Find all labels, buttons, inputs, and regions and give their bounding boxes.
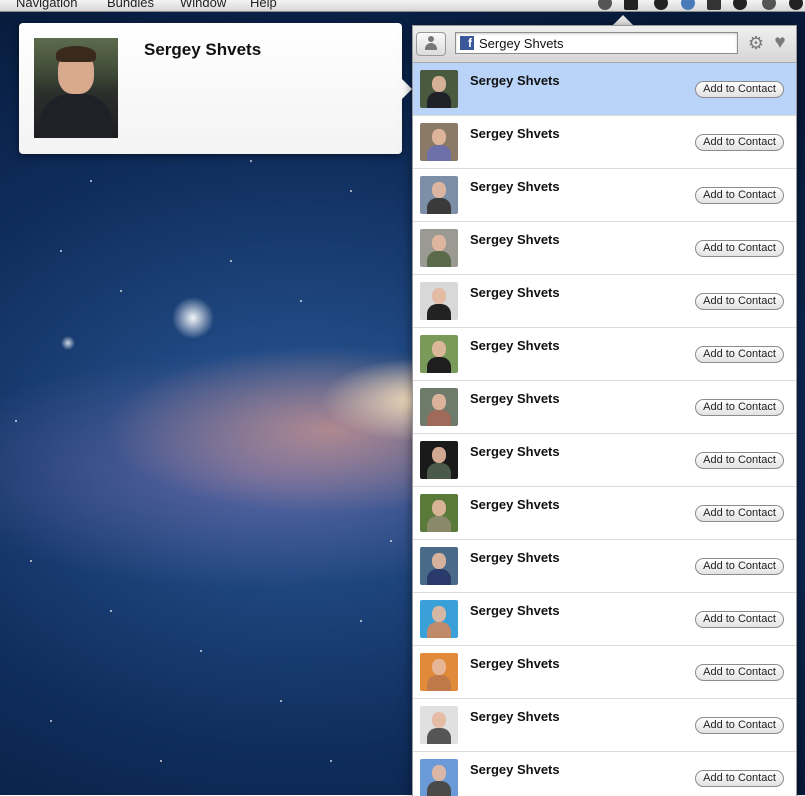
contact-row[interactable]: Sergey Shvets Add to Contact — [413, 593, 796, 646]
popover-arrow — [402, 79, 412, 99]
menu-navigation[interactable]: Navigation — [16, 0, 77, 10]
panel-toolbar: f ⚙ ♥ — [413, 26, 796, 63]
contact-avatar — [420, 70, 458, 108]
contact-row[interactable]: Sergey Shvets Add to Contact — [413, 222, 796, 275]
contact-row[interactable]: Sergey Shvets Add to Contact — [413, 63, 796, 116]
contact-name: Sergey Shvets — [470, 709, 560, 724]
heart-icon[interactable]: ♥ — [770, 33, 790, 53]
add-to-contact-button[interactable]: Add to Contact — [695, 505, 784, 522]
contact-name: Sergey Shvets — [470, 285, 560, 300]
contact-name: Sergey Shvets — [470, 338, 560, 353]
back-button[interactable] — [416, 32, 446, 56]
contact-name: Sergey Shvets — [470, 603, 560, 618]
contact-avatar — [420, 759, 458, 796]
contact-row[interactable]: Sergey Shvets Add to Contact — [413, 540, 796, 593]
add-to-contact-button[interactable]: Add to Contact — [695, 452, 784, 469]
add-to-contact-button[interactable]: Add to Contact — [695, 664, 784, 681]
contact-name: Sergey Shvets — [470, 656, 560, 671]
tray-moon-icon[interactable] — [789, 0, 803, 10]
contact-avatar — [420, 123, 458, 161]
tray-book-icon[interactable] — [624, 0, 638, 10]
contact-avatar — [420, 229, 458, 267]
menu-help[interactable]: Help — [250, 0, 277, 10]
add-to-contact-button[interactable]: Add to Contact — [695, 293, 784, 310]
contact-avatar — [420, 706, 458, 744]
search-input[interactable] — [479, 33, 734, 53]
gear-icon[interactable]: ⚙ — [747, 34, 765, 52]
contact-row[interactable]: Sergey Shvets Add to Contact — [413, 169, 796, 222]
tray-bell-icon[interactable] — [762, 0, 776, 10]
add-to-contact-button[interactable]: Add to Contact — [695, 346, 784, 363]
contact-row[interactable]: Sergey Shvets Add to Contact — [413, 116, 796, 169]
tray-dots-icon[interactable] — [654, 0, 668, 10]
add-to-contact-button[interactable]: Add to Contact — [695, 611, 784, 628]
add-to-contact-button[interactable]: Add to Contact — [695, 399, 784, 416]
contact-list: Sergey Shvets Add to Contact Sergey Shvets… — [413, 63, 796, 796]
profile-name: Sergey Shvets — [144, 40, 262, 59]
contact-row[interactable]: Sergey Shvets Add to Contact — [413, 699, 796, 752]
contact-avatar — [420, 653, 458, 691]
facebook-icon: f — [460, 36, 474, 50]
contact-row[interactable]: Sergey Shvets Add to Contact — [413, 646, 796, 699]
add-to-contact-button[interactable]: Add to Contact — [695, 134, 784, 151]
contact-name: Sergey Shvets — [470, 126, 560, 141]
contact-avatar — [420, 441, 458, 479]
tray-sync-icon[interactable] — [733, 0, 747, 10]
menu-window[interactable]: Window — [180, 0, 226, 10]
contact-name: Sergey Shvets — [470, 391, 560, 406]
add-to-contact-button[interactable]: Add to Contact — [695, 558, 784, 575]
search-field[interactable]: f — [455, 32, 738, 54]
contact-name: Sergey Shvets — [470, 762, 560, 777]
contact-row[interactable]: Sergey Shvets Add to Contact — [413, 487, 796, 540]
contact-row[interactable]: Sergey Shvets Add to Contact — [413, 381, 796, 434]
add-to-contact-button[interactable]: Add to Contact — [695, 81, 784, 98]
tray-dropbox-icon[interactable] — [681, 0, 695, 10]
contact-row[interactable]: Sergey Shvets Add to Contact — [413, 328, 796, 381]
tray-arrow-icon[interactable] — [707, 0, 721, 10]
contacts-panel: f ⚙ ♥ Sergey ShvetsAdd to ContactSergey … — [412, 25, 797, 796]
add-to-contact-button[interactable]: Add to Contact — [695, 240, 784, 257]
menu-bar: Navigation Bundles Window Help — [0, 0, 805, 12]
contact-name: Sergey Shvets — [470, 179, 560, 194]
contact-avatar — [420, 176, 458, 214]
contact-name: Sergey Shvets — [470, 497, 560, 512]
contact-name: Sergey Shvets — [470, 550, 560, 565]
contact-avatar — [420, 547, 458, 585]
contact-avatar — [420, 335, 458, 373]
contact-name: Sergey Shvets — [470, 444, 560, 459]
contact-avatar — [420, 282, 458, 320]
menu-bundles[interactable]: Bundles — [107, 0, 154, 10]
contact-row[interactable]: Sergey Shvets Add to Contact — [413, 752, 796, 796]
contact-name: Sergey Shvets — [470, 73, 560, 88]
add-to-contact-button[interactable]: Add to Contact — [695, 770, 784, 787]
contact-avatar — [420, 388, 458, 426]
profile-photo — [34, 38, 118, 138]
person-icon — [425, 36, 437, 50]
tray-app-icon[interactable] — [598, 0, 612, 10]
add-to-contact-button[interactable]: Add to Contact — [695, 187, 784, 204]
contact-name: Sergey Shvets — [470, 232, 560, 247]
contact-avatar — [420, 494, 458, 532]
add-to-contact-button[interactable]: Add to Contact — [695, 717, 784, 734]
contact-row[interactable]: Sergey Shvets Add to Contact — [413, 434, 796, 487]
profile-popover: Sergey Shvets — [19, 23, 412, 154]
contact-avatar — [420, 600, 458, 638]
contact-row[interactable]: Sergey Shvets Add to Contact — [413, 275, 796, 328]
